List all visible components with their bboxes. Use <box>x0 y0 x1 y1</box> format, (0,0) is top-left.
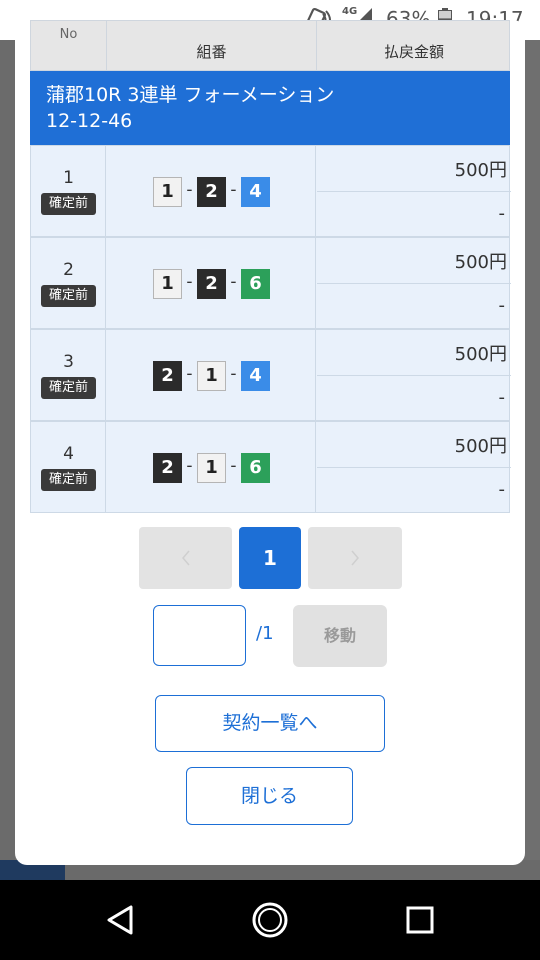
boat-number: 6 <box>241 453 270 483</box>
row-number: 1 <box>63 168 74 188</box>
bet-amount: 500円 <box>454 344 507 365</box>
bet-amount: 500円 <box>454 160 507 181</box>
background-page <box>0 40 15 880</box>
header-payout: 払戻金額 <box>383 43 444 61</box>
table-row: 3 確定前 2 - 1 - 4 500円 - <box>30 329 511 421</box>
row-number: 3 <box>63 352 74 372</box>
next-page-button[interactable] <box>308 527 402 589</box>
payout-amount: - <box>498 203 506 224</box>
separator: - <box>230 272 237 292</box>
row-number: 4 <box>63 444 74 464</box>
recent-apps-icon[interactable] <box>406 906 434 934</box>
bet-amount: 500円 <box>454 252 507 273</box>
separator: - <box>186 364 193 384</box>
page-jump-button[interactable]: 移動 <box>293 605 387 667</box>
separator: - <box>230 180 237 200</box>
boat-number: 1 <box>153 269 182 299</box>
separator: - <box>230 456 237 476</box>
contract-list-button[interactable]: 契約一覧へ <box>155 695 385 752</box>
status-badge: 確定前 <box>41 193 96 215</box>
chevron-right-icon <box>351 550 359 566</box>
table-row: 2 確定前 1 - 2 - 6 500円 - <box>30 237 511 329</box>
boat-number: 1 <box>153 177 182 207</box>
payout-amount: - <box>498 295 506 316</box>
chevron-left-icon <box>181 550 190 566</box>
boat-number: 1 <box>197 361 226 391</box>
table-header: No 組番 払戻金額 <box>30 20 510 72</box>
back-icon[interactable] <box>105 904 137 936</box>
home-icon[interactable] <box>250 900 290 940</box>
close-button[interactable]: 閉じる <box>186 767 353 825</box>
boat-number: 4 <box>241 177 270 207</box>
header-combination: 組番 <box>196 43 227 61</box>
boat-number: 2 <box>153 361 182 391</box>
boat-number: 4 <box>241 361 270 391</box>
table-row: 4 確定前 2 - 1 - 6 500円 - <box>30 421 511 513</box>
formation-detail-dialog: No 組番 払戻金額 蒲郡10R 3連単 フォーメーション 12-12-46 1… <box>15 20 525 865</box>
payout-amount: - <box>498 479 506 500</box>
navigation-bar <box>0 880 540 960</box>
boat-number: 1 <box>197 453 226 483</box>
race-banner: 蒲郡10R 3連単 フォーメーション 12-12-46 <box>30 71 510 145</box>
payout-amount: - <box>498 387 506 408</box>
status-badge: 確定前 <box>41 377 96 399</box>
separator: - <box>186 456 193 476</box>
formation-pattern: 12-12-46 <box>46 110 133 132</box>
current-page-button[interactable]: 1 <box>239 527 301 589</box>
page-total: /1 <box>256 623 274 644</box>
boat-number: 6 <box>241 269 270 299</box>
separator: - <box>186 272 193 292</box>
status-badge: 確定前 <box>41 285 96 307</box>
prev-page-button[interactable] <box>139 527 232 589</box>
status-badge: 確定前 <box>41 469 96 491</box>
boat-number: 2 <box>197 269 226 299</box>
row-number: 2 <box>63 260 74 280</box>
page-jump-input[interactable] <box>153 605 246 666</box>
table-row: 1 確定前 1 - 2 - 4 500円 - <box>30 145 511 237</box>
separator: - <box>186 180 193 200</box>
race-title: 蒲郡10R 3連単 フォーメーション <box>46 84 335 106</box>
bet-amount: 500円 <box>454 436 507 457</box>
boat-number: 2 <box>197 177 226 207</box>
boat-number: 2 <box>153 453 182 483</box>
separator: - <box>230 364 237 384</box>
header-no: No <box>59 27 78 42</box>
